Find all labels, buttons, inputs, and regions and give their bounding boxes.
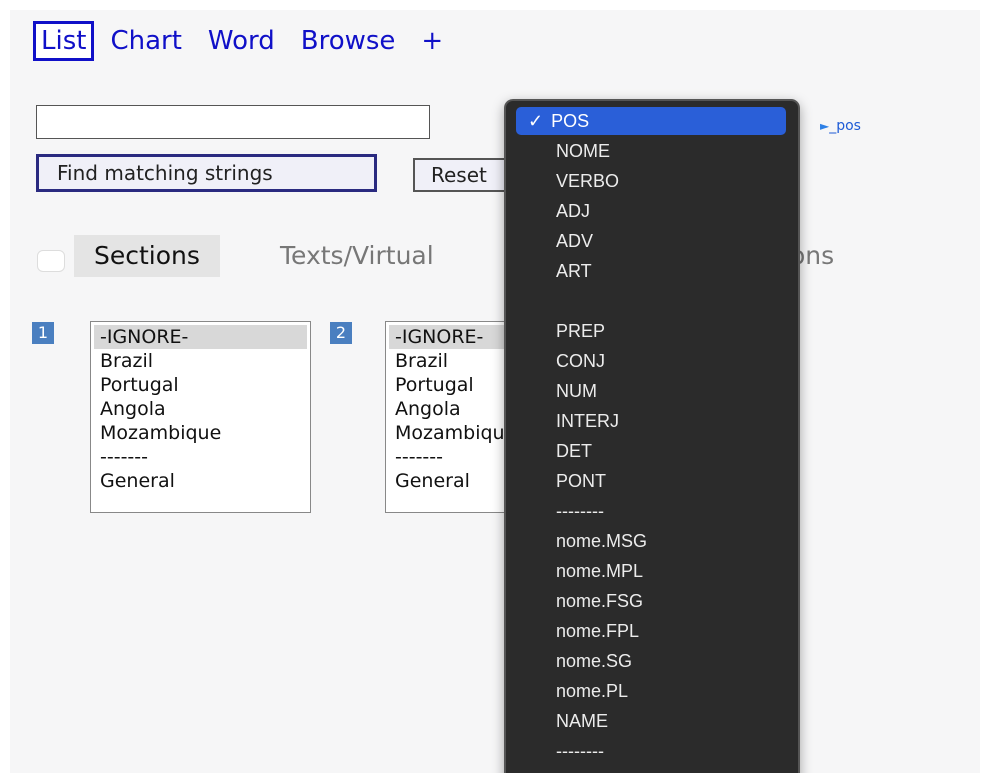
tab-list[interactable]: List [33, 21, 95, 61]
dropdown-option-blank[interactable] [516, 287, 786, 315]
list-item[interactable]: -IGNORE- [94, 325, 307, 349]
dropdown-option[interactable]: PREP [516, 317, 786, 345]
checkmark-icon: ✓ [528, 111, 544, 131]
dropdown-option[interactable]: INTERJ [516, 407, 786, 435]
dropdown-option[interactable]: NAME [516, 707, 786, 735]
dropdown-option[interactable]: nome.SG [516, 647, 786, 675]
list-item[interactable]: Angola [91, 397, 310, 421]
tab-chart[interactable]: Chart [110, 24, 181, 58]
tab-texts-virtual[interactable]: Texts/Virtual [280, 235, 434, 277]
dropdown-option[interactable]: ADV [516, 227, 786, 255]
dropdown-option[interactable]: nome.FPL [516, 617, 786, 645]
list-number-badge: 1 [32, 322, 54, 344]
tab-sections[interactable]: Sections [74, 235, 220, 277]
dropdown-option[interactable]: NUM [516, 377, 786, 405]
list-item[interactable]: General [91, 469, 310, 493]
list-item[interactable]: ------- [91, 445, 310, 469]
pos-link-label: _pos [829, 118, 861, 134]
dropdown-separator[interactable]: -------- [516, 737, 786, 765]
sections-checkbox[interactable] [37, 250, 65, 272]
tab-browse[interactable]: Browse [301, 24, 396, 58]
tab-add[interactable]: + [421, 24, 443, 58]
dropdown-option[interactable]: nome.MSG [516, 527, 786, 555]
search-input[interactable] [36, 105, 430, 139]
top-nav: List Chart Word Browse + [33, 21, 469, 61]
list-number-badge: 2 [330, 322, 352, 344]
list-item[interactable]: Mozambique [91, 421, 310, 445]
dropdown-option-selected[interactable]: ✓ POS [516, 107, 786, 135]
list-item[interactable]: Portugal [91, 373, 310, 397]
page: List Chart Word Browse + Find matching s… [10, 10, 980, 773]
dropdown-option[interactable]: NOME [516, 137, 786, 165]
pos-link[interactable]: ►_pos [820, 118, 861, 134]
dropdown-option[interactable]: ART [516, 257, 786, 285]
dropdown-option[interactable]: nome.MPL [516, 557, 786, 585]
dropdown-option[interactable]: nome.PL [516, 677, 786, 705]
dropdown-option[interactable]: CONJ [516, 347, 786, 375]
find-matching-strings-button[interactable]: Find matching strings [36, 154, 377, 192]
dropdown-option[interactable]: ADJ [516, 197, 786, 225]
tab-word[interactable]: Word [208, 24, 275, 58]
dropdown-option[interactable]: VERBO [516, 167, 786, 195]
section-list-1[interactable]: -IGNORE- Brazil Portugal Angola Mozambiq… [90, 321, 311, 513]
pos-dropdown-menu[interactable]: ✓ POS NOME VERBO ADJ ADV ART PREP CONJ NU… [504, 99, 800, 773]
dropdown-option[interactable]: nome.FSG [516, 587, 786, 615]
dropdown-separator[interactable]: -------- [516, 497, 786, 525]
list-item[interactable]: Brazil [91, 349, 310, 373]
dropdown-option[interactable]: DET [516, 437, 786, 465]
dropdown-option[interactable]: PONT [516, 467, 786, 495]
triangle-right-icon: ► [820, 119, 830, 133]
